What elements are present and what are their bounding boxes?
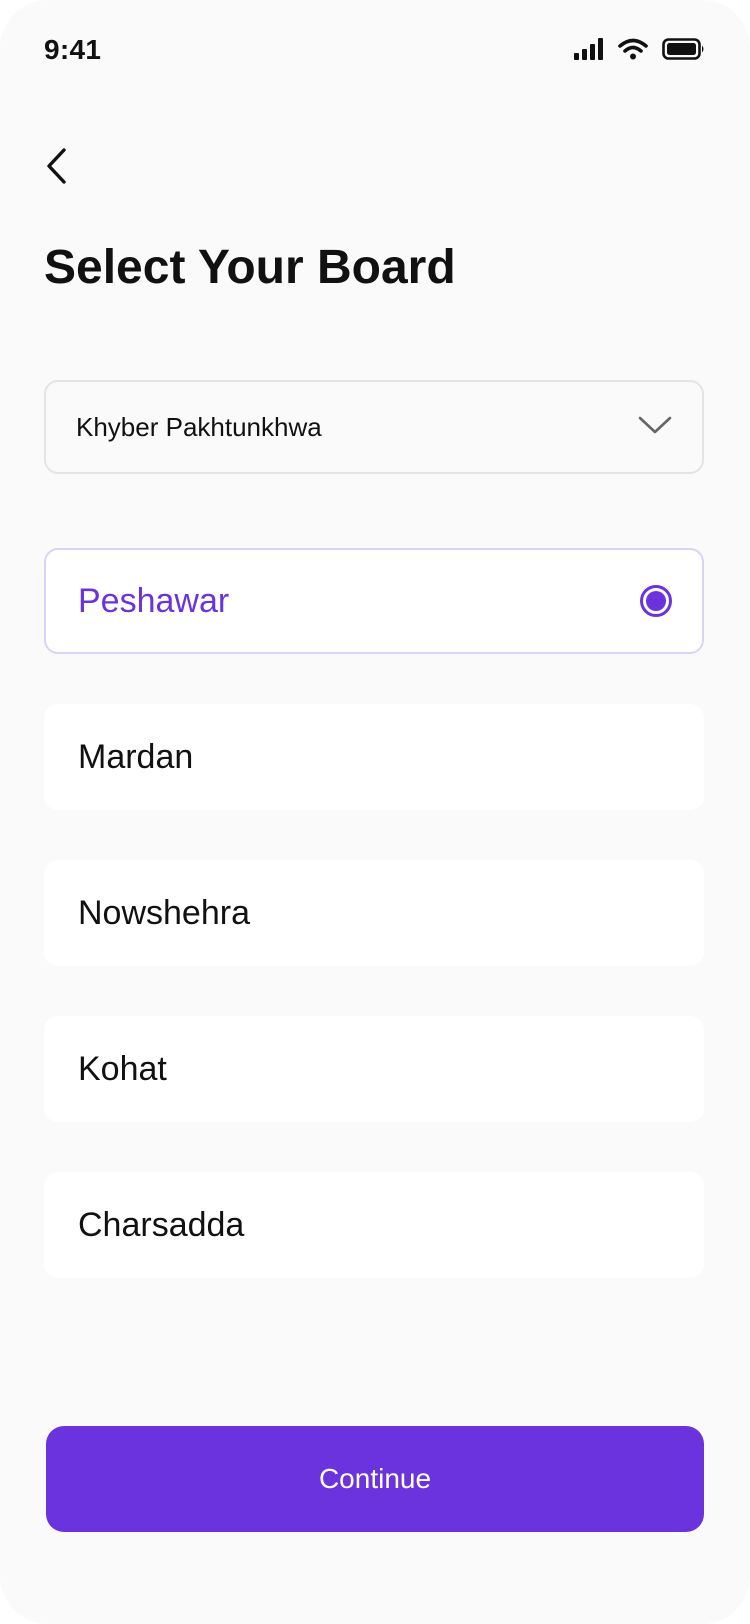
board-option-peshawar[interactable]: Peshawar [44, 548, 704, 654]
status-bar: 9:41 [0, 0, 750, 100]
board-option-nowshehra[interactable]: Nowshehra [44, 860, 704, 966]
board-option-label: Kohat [78, 1049, 167, 1088]
chevron-left-icon [44, 146, 68, 191]
page-title: Select Your Board [44, 241, 456, 294]
board-list: Peshawar Mardan Nowshehra Kohat Charsadd… [44, 548, 704, 1328]
status-time: 9:41 [44, 34, 102, 65]
board-selection-screen: 9:41 Select Your Board Khyber Pakhtunkhw… [0, 0, 750, 1624]
region-dropdown[interactable]: Khyber Pakhtunkhwa [44, 380, 704, 474]
board-option-label: Peshawar [78, 581, 230, 620]
cellular-signal-icon [574, 38, 604, 60]
back-button[interactable] [44, 140, 92, 196]
board-option-label: Mardan [78, 737, 194, 776]
wifi-icon [618, 38, 648, 60]
board-option-charsadda[interactable]: Charsadda [44, 1172, 704, 1278]
status-icons [574, 38, 706, 60]
battery-icon [662, 38, 706, 60]
board-option-label: Charsadda [78, 1205, 245, 1244]
board-option-mardan[interactable]: Mardan [44, 704, 704, 810]
continue-button[interactable]: Continue [46, 1426, 704, 1532]
region-dropdown-value: Khyber Pakhtunkhwa [76, 411, 322, 442]
board-option-label: Nowshehra [78, 893, 250, 932]
chevron-down-icon [638, 415, 672, 440]
board-option-kohat[interactable]: Kohat [44, 1016, 704, 1122]
radio-selected-icon[interactable] [640, 585, 672, 617]
